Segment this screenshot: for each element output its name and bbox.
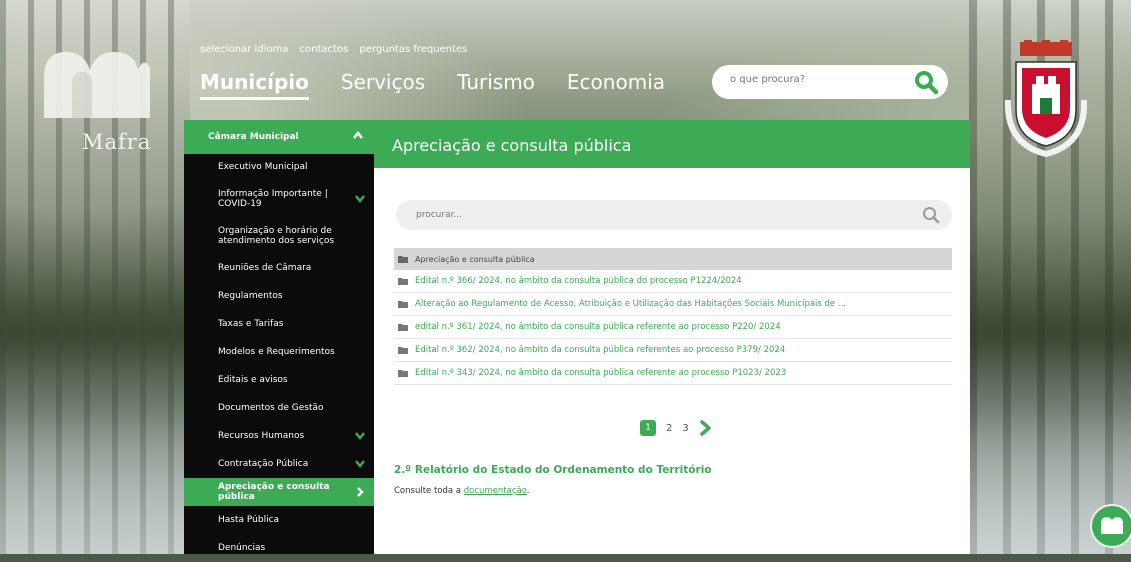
page-link[interactable]: 2 bbox=[666, 423, 672, 434]
faq-link[interactable]: perguntas frequentes bbox=[359, 44, 467, 55]
folder-icon bbox=[398, 370, 408, 377]
list-item-label: Edital n.º 343/ 2024, no âmbito da consu… bbox=[415, 368, 787, 378]
report-text: Consulte toda a documentação. bbox=[394, 486, 529, 496]
page-link[interactable]: 3 bbox=[682, 423, 688, 434]
sidebar-header-label: Câmara Municipal bbox=[208, 132, 299, 142]
sidebar-item-label: Apreciação e consulta pública bbox=[218, 482, 330, 502]
sidebar-item-label: Regulamentos bbox=[218, 291, 283, 301]
sidebar-item-covid[interactable]: Informação Importante | COVID-19 bbox=[184, 180, 374, 218]
sidebar-item-label: Denúncias bbox=[218, 543, 266, 553]
list-item[interactable]: Edital n.º 362/ 2024, no âmbito da consu… bbox=[394, 339, 952, 362]
page-title: Apreciação e consulta pública bbox=[392, 136, 632, 155]
chevron-right-icon bbox=[357, 487, 364, 497]
sidebar-item-organizacao[interactable]: Organização e horário de atendimento dos… bbox=[184, 218, 374, 254]
sidebar-item-regulamentos[interactable]: Regulamentos bbox=[184, 282, 374, 310]
folder-icon bbox=[398, 256, 408, 263]
list-item[interactable]: edital n.º 361/ 2024, no âmbito da consu… bbox=[394, 316, 952, 339]
sidebar-item-label: Reuniões de Câmara bbox=[218, 263, 312, 273]
contacts-link[interactable]: contactos bbox=[300, 44, 349, 55]
report-title: 2.º Relatório do Estado do Ordenamento d… bbox=[394, 464, 712, 476]
sidebar-item-documentos[interactable]: Documentos de Gestão bbox=[184, 394, 374, 422]
sidebar-item-recursos-humanos[interactable]: Recursos Humanos bbox=[184, 422, 374, 450]
nav-municipio[interactable]: Município bbox=[200, 70, 309, 100]
sidebar-item-reunioes[interactable]: Reuniões de Câmara bbox=[184, 254, 374, 282]
site-search-input[interactable] bbox=[728, 73, 912, 86]
mafra-chat-button[interactable] bbox=[1090, 504, 1131, 548]
page-current[interactable]: 1 bbox=[640, 420, 656, 436]
sidebar-item-denuncias[interactable]: Denúncias bbox=[184, 534, 374, 562]
sidebar-item-taxas[interactable]: Taxas e Tarifas bbox=[184, 310, 374, 338]
sidebar-header[interactable]: Câmara Municipal bbox=[184, 120, 374, 154]
sidebar-item-executivo[interactable]: Executivo Municipal bbox=[184, 154, 374, 180]
report-text-prefix: Consulte toda a bbox=[394, 486, 464, 496]
sidebar-item-label: Informação Importante | COVID-19 bbox=[218, 189, 328, 209]
chevron-up-icon bbox=[353, 130, 363, 139]
sidebar-item-apreciacao[interactable]: Apreciação e consulta pública bbox=[184, 478, 374, 506]
list-item-label: Alteração ao Regulamento de Acesso, Atri… bbox=[415, 299, 846, 309]
nav-turismo[interactable]: Turismo bbox=[457, 70, 535, 94]
documentation-link[interactable]: documentação bbox=[464, 486, 527, 496]
sidebar-item-label: Contratação Pública bbox=[218, 459, 309, 469]
content-search-input[interactable] bbox=[414, 209, 858, 221]
list-item-label: Edital n.º 366/ 2024, no âmbito da consu… bbox=[415, 276, 742, 286]
main-nav: Município Serviços Turismo Economia bbox=[200, 70, 697, 100]
sidebar-item-label: Taxas e Tarifas bbox=[218, 319, 284, 329]
chevron-down-icon bbox=[355, 195, 365, 204]
sidebar-item-label: Hasta Pública bbox=[218, 515, 280, 525]
chevron-right-icon[interactable] bbox=[699, 420, 713, 436]
top-links: selecionar idioma contactos perguntas fr… bbox=[200, 44, 475, 55]
content-search bbox=[396, 200, 952, 230]
chevron-down-icon bbox=[355, 460, 365, 469]
content-header: Apreciação e consulta pública bbox=[374, 120, 970, 168]
pagination: 1 2 3 bbox=[640, 420, 713, 436]
sidebar-item-contratacao[interactable]: Contratação Pública bbox=[184, 450, 374, 478]
folder-icon bbox=[398, 347, 408, 354]
folder-icon bbox=[398, 278, 408, 285]
language-link[interactable]: selecionar idioma bbox=[200, 44, 288, 55]
report-text-end: . bbox=[526, 486, 530, 496]
sidebar-item-label: Organização e horário de atendimento dos… bbox=[218, 226, 335, 246]
nav-economia[interactable]: Economia bbox=[567, 70, 665, 94]
sidebar-item-label: Recursos Humanos bbox=[218, 431, 305, 441]
sidebar-item-label: Executivo Municipal bbox=[218, 162, 308, 172]
folder-icon bbox=[398, 301, 408, 308]
chevron-down-icon bbox=[355, 432, 365, 441]
list-item[interactable]: Alteração ao Regulamento de Acesso, Atri… bbox=[394, 293, 952, 316]
folder-header[interactable]: Apreciação e consulta pública bbox=[394, 248, 952, 270]
list-item[interactable]: Edital n.º 343/ 2024, no âmbito da consu… bbox=[394, 362, 952, 385]
logo-mark-icon bbox=[1101, 517, 1123, 534]
list-item-label: Edital n.º 362/ 2024, no âmbito da consu… bbox=[415, 345, 786, 355]
sidebar: Câmara Municipal Executivo Municipal Inf… bbox=[184, 120, 374, 554]
list-item[interactable]: Edital n.º 366/ 2024, no âmbito da consu… bbox=[394, 270, 952, 293]
nav-servicos[interactable]: Serviços bbox=[341, 70, 425, 94]
folder-icon bbox=[398, 324, 408, 331]
sidebar-item-editais[interactable]: Editais e avisos bbox=[184, 366, 374, 394]
search-icon[interactable] bbox=[922, 206, 940, 224]
main-content: Apreciação e consulta pública Apreciação… bbox=[374, 120, 970, 554]
search-icon[interactable] bbox=[912, 68, 940, 96]
sidebar-item-hasta[interactable]: Hasta Pública bbox=[184, 506, 374, 534]
logo-mark-icon bbox=[44, 52, 150, 118]
list-item-label: edital n.º 361/ 2024, no âmbito da consu… bbox=[415, 322, 781, 332]
sidebar-item-modelos[interactable]: Modelos e Requerimentos bbox=[184, 338, 374, 366]
document-list: Apreciação e consulta pública Edital n.º… bbox=[394, 248, 952, 385]
folder-header-label: Apreciação e consulta pública bbox=[415, 254, 535, 264]
sidebar-item-label: Editais e avisos bbox=[218, 375, 288, 385]
sidebar-item-label: Documentos de Gestão bbox=[218, 403, 324, 413]
site-search bbox=[712, 65, 948, 99]
mafra-logo[interactable]: Mafra bbox=[38, 48, 156, 166]
sidebar-item-label: Modelos e Requerimentos bbox=[218, 347, 335, 357]
municipal-crest-icon bbox=[1004, 40, 1088, 158]
logo-text: Mafra bbox=[82, 130, 152, 154]
